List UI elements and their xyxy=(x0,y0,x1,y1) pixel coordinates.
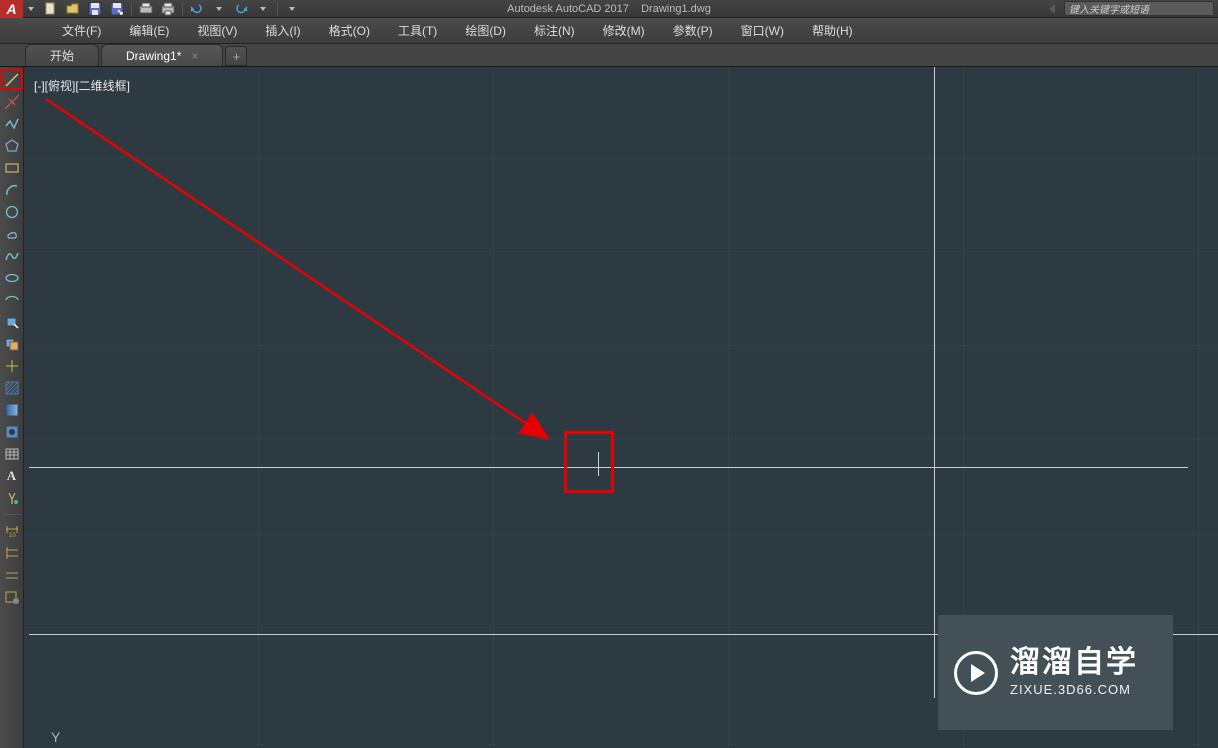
redo-icon[interactable] xyxy=(233,1,249,17)
search-input[interactable]: 键入关键字或短语 xyxy=(1064,1,1214,16)
sep-icon xyxy=(182,2,183,16)
tool-circle[interactable] xyxy=(1,202,23,222)
menu-modify[interactable]: 修改(M) xyxy=(589,20,659,41)
redo-dropdown[interactable] xyxy=(255,1,271,17)
menu-param[interactable]: 参数(P) xyxy=(659,20,727,41)
tool-text[interactable]: A xyxy=(1,466,23,486)
tool-addselected[interactable] xyxy=(1,488,23,508)
sep-icon xyxy=(131,2,132,16)
drawing-canvas[interactable]: [-][俯视][二维线框] Y 溜溜自学 ZIXUE.3D66.COM xyxy=(24,67,1218,748)
sep-icon xyxy=(277,2,278,16)
tool-dim-linear[interactable]: 10 xyxy=(1,521,23,541)
menu-file[interactable]: 文件(F) xyxy=(48,20,115,41)
tab-add[interactable]: + xyxy=(225,46,247,66)
undo-dropdown[interactable] xyxy=(211,1,227,17)
tool-revision-cloud[interactable] xyxy=(1,224,23,244)
tool-ellipse-arc[interactable] xyxy=(1,290,23,310)
annotation-cursor-box xyxy=(564,431,614,493)
new-icon[interactable] xyxy=(43,1,59,17)
watermark-title: 溜溜自学 xyxy=(1010,648,1138,678)
tool-arc[interactable] xyxy=(1,180,23,200)
tool-dimstyle[interactable] xyxy=(1,587,23,607)
titlebar: A Autodesk AutoCAD 2017 Drawing1.dwg 键入关… xyxy=(0,0,1218,18)
close-icon[interactable]: × xyxy=(191,49,198,63)
app-menu-dropdown[interactable] xyxy=(23,1,39,17)
open-icon[interactable] xyxy=(65,1,81,17)
file-tabs: 开始 Drawing1* × + xyxy=(0,44,1218,67)
tool-line[interactable] xyxy=(1,69,23,90)
print-icon[interactable] xyxy=(160,1,176,17)
play-icon xyxy=(954,651,998,695)
ucs-y-label: Y xyxy=(51,729,60,745)
tool-xline[interactable] xyxy=(1,92,23,112)
line-start-cursor xyxy=(598,452,599,476)
tool-ellipse[interactable] xyxy=(1,268,23,288)
menu-format[interactable]: 格式(O) xyxy=(315,20,384,41)
qat-dropdown[interactable] xyxy=(284,1,300,17)
menu-help[interactable]: 帮助(H) xyxy=(798,20,867,41)
watermark: 溜溜自学 ZIXUE.3D66.COM xyxy=(938,615,1173,730)
tool-hatch[interactable] xyxy=(1,378,23,398)
menu-edit[interactable]: 编辑(E) xyxy=(115,20,183,41)
menu-dim[interactable]: 标注(N) xyxy=(520,20,589,41)
menubar: 文件(F) 编辑(E) 视图(V) 插入(I) 格式(O) 工具(T) 绘图(D… xyxy=(0,18,1218,44)
saveas-icon[interactable] xyxy=(109,1,125,17)
draw-toolbar: A 10 xyxy=(0,67,24,748)
tool-dim-multi[interactable] xyxy=(1,543,23,563)
tab-drawing1[interactable]: Drawing1* × xyxy=(101,44,223,66)
save-icon[interactable] xyxy=(87,1,103,17)
tool-insert-block[interactable] xyxy=(1,312,23,332)
tool-spline[interactable] xyxy=(1,246,23,266)
toolbar-separator xyxy=(3,514,21,515)
quick-access-toolbar xyxy=(39,1,304,17)
tool-dim-continue[interactable] xyxy=(1,565,23,585)
tool-region[interactable] xyxy=(1,422,23,442)
search-triangle-icon xyxy=(1049,4,1055,14)
viewport-label[interactable]: [-][俯视][二维线框] xyxy=(34,77,130,94)
tool-polyline[interactable] xyxy=(1,114,23,134)
undo-icon[interactable] xyxy=(189,1,205,17)
title-right: 键入关键字或短语 xyxy=(1064,1,1214,16)
menu-draw[interactable]: 绘图(D) xyxy=(451,20,520,41)
main: A 10 [-][俯视][二维线框] Y xyxy=(0,67,1218,748)
tool-rectangle[interactable] xyxy=(1,158,23,178)
title-text: Autodesk AutoCAD 2017 Drawing1.dwg xyxy=(507,3,711,15)
tool-table[interactable] xyxy=(1,444,23,464)
menu-view[interactable]: 视图(V) xyxy=(183,20,251,41)
plot-icon[interactable] xyxy=(138,1,154,17)
tool-point[interactable] xyxy=(1,356,23,376)
tool-make-block[interactable] xyxy=(1,334,23,354)
crosshair-v xyxy=(934,67,935,698)
watermark-url: ZIXUE.3D66.COM xyxy=(1010,682,1138,697)
menu-tools[interactable]: 工具(T) xyxy=(384,20,451,41)
svg-text:10: 10 xyxy=(9,533,16,539)
tool-polygon[interactable] xyxy=(1,136,23,156)
tab-start[interactable]: 开始 xyxy=(25,44,99,66)
tool-gradient[interactable] xyxy=(1,400,23,420)
menu-insert[interactable]: 插入(I) xyxy=(251,20,314,41)
app-logo[interactable]: A xyxy=(0,0,23,18)
menu-window[interactable]: 窗口(W) xyxy=(727,20,798,41)
